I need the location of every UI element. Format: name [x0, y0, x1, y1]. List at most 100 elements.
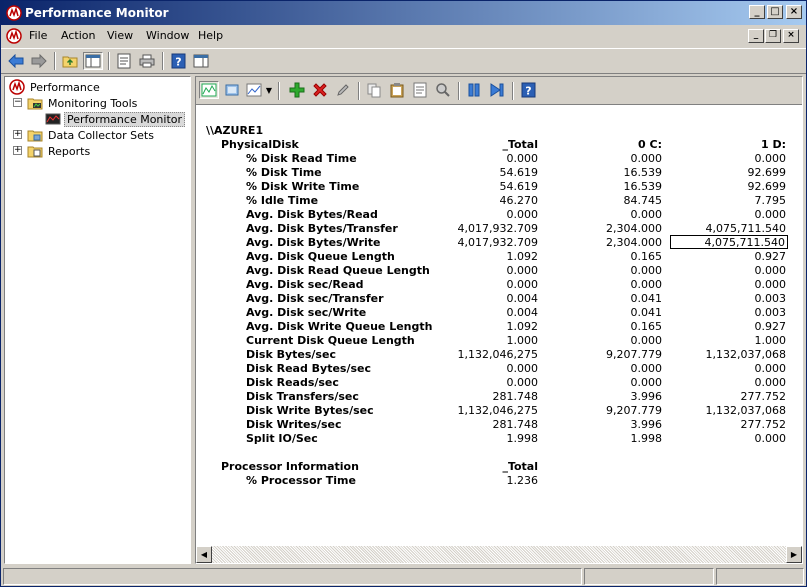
counter-value: 1.092: [506, 320, 539, 333]
help-icon: ?: [171, 53, 185, 69]
tree-label-performance: Performance: [30, 80, 100, 94]
counter-value: 0.000: [630, 334, 663, 347]
pane-help-button[interactable]: ?: [518, 81, 538, 99]
view-current-activity-button[interactable]: [199, 81, 219, 99]
counter-value: 2,304.000: [606, 236, 662, 249]
show-hide-action-pane-button[interactable]: [191, 52, 211, 70]
counter-value: 1,132,046,275: [457, 404, 538, 417]
export-list-button[interactable]: [114, 52, 134, 70]
title-bar[interactable]: Performance Monitor _ □ ×: [1, 1, 806, 25]
counter-value: 0.000: [754, 362, 787, 375]
zoom-button[interactable]: [433, 81, 453, 99]
close-button[interactable]: ×: [786, 5, 802, 19]
counter-value: 0.000: [506, 362, 539, 375]
horizontal-scrollbar[interactable]: ◀ ▶: [196, 546, 802, 563]
svg-text:?: ?: [525, 85, 531, 98]
tree-item-performance[interactable]: Performance: [9, 79, 102, 95]
counter-value: 1.000: [754, 334, 787, 347]
view-log-data-button[interactable]: [222, 81, 242, 99]
back-button[interactable]: [6, 52, 26, 70]
counter-value: 0.000: [506, 278, 539, 291]
counter-value: 3.996: [630, 390, 663, 403]
show-hide-console-tree-button[interactable]: [83, 52, 103, 70]
counter-value: 1.998: [630, 432, 663, 445]
counter-value: 0.927: [754, 250, 787, 263]
scroll-track[interactable]: [212, 546, 786, 563]
menu-window[interactable]: Window: [146, 29, 189, 42]
properties-button[interactable]: [410, 81, 430, 99]
menu-help[interactable]: Help: [198, 29, 223, 42]
paste-counter-list-button[interactable]: [387, 81, 407, 99]
counter-value: 0.000: [506, 208, 539, 221]
tree-item-monitoring-tools[interactable]: Monitoring Tools: [27, 95, 139, 111]
scroll-left-button[interactable]: ◀: [196, 546, 212, 563]
tree-item-data-collector-sets[interactable]: Data Collector Sets: [27, 127, 156, 143]
column-header: _Total: [502, 138, 538, 151]
help-button[interactable]: ?: [168, 52, 188, 70]
counter-value: 0.000: [506, 152, 539, 165]
scroll-right-button[interactable]: ▶: [786, 546, 802, 563]
counter-value: 16.539: [623, 166, 663, 179]
counter-value: 0.000: [754, 152, 787, 165]
performance-monitor-chart-icon: [45, 113, 61, 125]
window-title: Performance Monitor: [25, 6, 169, 20]
counter-name: % Processor Time: [246, 474, 356, 487]
counter-name: Current Disk Queue Length: [246, 334, 415, 347]
change-graph-type-button[interactable]: ▼: [244, 81, 274, 99]
document-system-menu-icon[interactable]: [6, 28, 22, 44]
processor-object-name: Processor Information: [221, 460, 359, 473]
counter-value: 4,017,932.709: [457, 236, 538, 249]
tree-item-reports[interactable]: Reports: [27, 143, 92, 159]
collapse-monitoring-tools-toggle[interactable]: −: [13, 98, 22, 107]
copy-properties-button[interactable]: [364, 81, 384, 99]
tree-label-data-collector-sets: Data Collector Sets: [48, 128, 154, 142]
dropdown-arrow-icon: ▼: [265, 85, 273, 95]
counter-name: Disk Bytes/sec: [246, 348, 336, 361]
counter-value: 4,075,711.540: [705, 222, 786, 235]
tree-item-performance-monitor[interactable]: Performance Monitor: [45, 111, 186, 127]
counter-value: 0.000: [630, 152, 663, 165]
menu-view[interactable]: View: [107, 29, 133, 42]
print-button[interactable]: [137, 52, 157, 70]
physical-disk-object-name: PhysicalDisk: [221, 138, 299, 151]
counter-value: 0.165: [630, 320, 663, 333]
console-tree-icon: [85, 54, 101, 68]
highlight-button[interactable]: [333, 81, 353, 99]
up-one-level-button[interactable]: [60, 52, 80, 70]
pause-icon: [468, 83, 480, 97]
menu-file[interactable]: File: [29, 29, 47, 42]
counter-value: 9,207.779: [606, 404, 662, 417]
graph-type-icon: [246, 83, 262, 97]
column-header: _Total: [502, 460, 538, 473]
counter-name: Split IO/Sec: [246, 432, 318, 445]
expand-data-collector-sets-toggle[interactable]: +: [13, 130, 22, 139]
counter-value: 0.000: [630, 362, 663, 375]
counter-value: 0.004: [506, 306, 539, 319]
counter-value: 0.000: [754, 208, 787, 221]
column-header: 0 C:: [638, 138, 662, 151]
tree-label-monitoring-tools: Monitoring Tools: [48, 96, 138, 110]
menu-action[interactable]: Action: [61, 29, 95, 42]
forward-button[interactable]: [29, 52, 49, 70]
status-bar: [1, 567, 806, 586]
copy-icon: [367, 83, 381, 98]
delete-counter-button[interactable]: [310, 81, 330, 99]
counter-value: 1.092: [506, 250, 539, 263]
maximize-button[interactable]: □: [767, 5, 783, 19]
document-restore-button[interactable]: ❐: [765, 29, 781, 43]
document-close-button[interactable]: ×: [783, 29, 799, 43]
properties-icon: [413, 82, 427, 98]
freeze-display-button[interactable]: [464, 81, 484, 99]
counter-name: Avg. Disk Write Queue Length: [246, 320, 433, 333]
counter-value: 0.000: [506, 264, 539, 277]
add-counter-button[interactable]: [287, 81, 307, 99]
update-data-button[interactable]: [487, 81, 507, 99]
counter-value: 3.996: [630, 418, 663, 431]
magnifier-icon: [436, 83, 450, 97]
counter-name: % Disk Read Time: [246, 152, 357, 165]
minimize-button[interactable]: _: [749, 5, 765, 19]
expand-reports-toggle[interactable]: +: [13, 146, 22, 155]
document-minimize-button[interactable]: _: [748, 29, 764, 43]
performance-monitor-pane: ▼ ? \\AZURE1 PhysicalDisk _Total 0 C: 1 …: [195, 76, 803, 564]
counter-name: % Idle Time: [246, 194, 319, 207]
